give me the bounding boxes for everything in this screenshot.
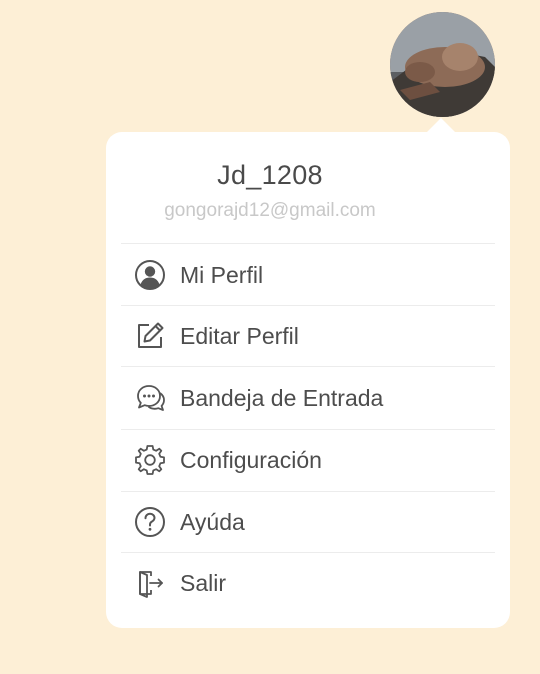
menu-item-bandeja-de-entrada[interactable]: Bandeja de Entrada — [121, 368, 495, 428]
menu-item-label: Ayúda — [180, 509, 245, 535]
menu-item-label: Editar Perfil — [180, 323, 299, 349]
menu-item-configuracion[interactable]: Configuración — [121, 430, 495, 490]
menu-item-editar-perfil[interactable]: Editar Perfil — [121, 306, 495, 366]
divider — [121, 243, 495, 244]
edit-icon — [138, 322, 164, 348]
user-name: Jd_1208 — [217, 160, 323, 190]
menu-item-salir[interactable]: Salir — [121, 553, 495, 613]
menu-item-label: Bandeja de Entrada — [180, 385, 384, 411]
chat-bubbles-icon — [137, 385, 165, 411]
menu-item-ayuda[interactable]: Ayúda — [121, 492, 495, 552]
divider — [121, 366, 495, 367]
menu-item-label: Salir — [180, 570, 227, 596]
user-avatar[interactable] — [390, 12, 495, 117]
user-email: gongorajd12@gmail.com — [164, 200, 376, 221]
exit-door-icon — [139, 571, 163, 598]
help-circle-icon — [135, 507, 165, 537]
avatar-photo — [390, 12, 495, 117]
menu-item-label: Mi Perfil — [180, 262, 264, 288]
menu-item-label: Configuración — [180, 447, 322, 473]
menu-item-mi-perfil[interactable]: Mi Perfil — [121, 245, 495, 305]
gear-icon — [135, 445, 165, 475]
user-circle-icon — [135, 260, 165, 290]
